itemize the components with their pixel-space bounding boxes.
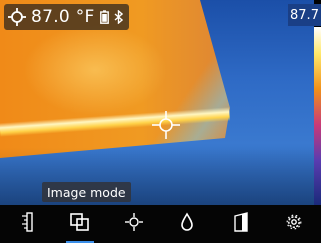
spot-target-button[interactable] [114, 207, 154, 241]
emissivity-icon [20, 212, 34, 236]
humidity-drop-icon [180, 212, 194, 236]
max-temperature-badge: 87.7 [288, 4, 321, 26]
bottom-toolbar [0, 205, 321, 243]
thermal-shade [0, 0, 314, 205]
bluetooth-icon [114, 10, 123, 24]
palette-button[interactable] [221, 207, 261, 241]
image-mode-icon [70, 213, 90, 235]
status-bar: 87.0 °F [4, 4, 129, 30]
settings-gear-icon [285, 213, 303, 235]
center-crosshair-icon [152, 111, 180, 143]
thermal-image-view [0, 0, 314, 205]
humidity-button[interactable] [167, 207, 207, 241]
palette-icon [233, 212, 249, 236]
mode-tooltip: Image mode [42, 182, 131, 202]
spot-target-icon [124, 212, 144, 236]
battery-icon [99, 10, 109, 24]
spot-temperature-readout: 87.0 °F [31, 7, 95, 27]
image-mode-button[interactable] [60, 207, 100, 243]
spot-reticle-icon [8, 8, 26, 26]
emissivity-button[interactable] [7, 207, 47, 241]
settings-button[interactable] [274, 207, 314, 241]
color-scale-bar [314, 27, 321, 205]
